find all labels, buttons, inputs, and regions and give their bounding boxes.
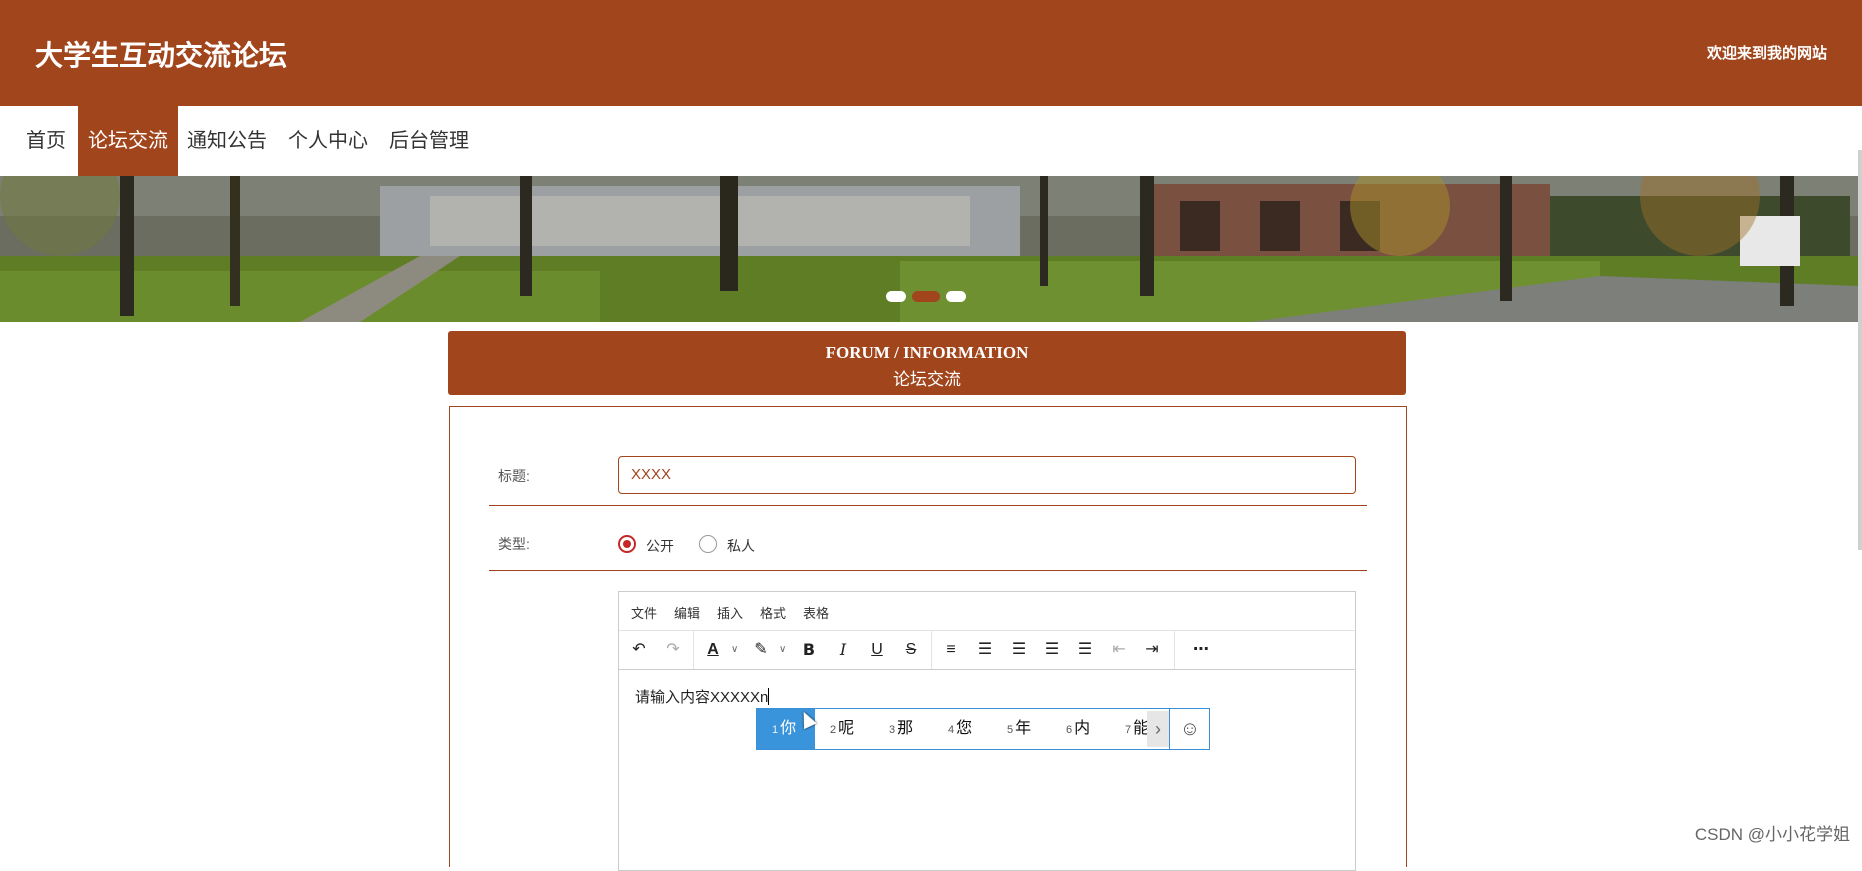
menu-format[interactable]: 格式: [760, 603, 786, 622]
carousel-dot-2[interactable]: [912, 291, 940, 302]
chevron-right-icon[interactable]: ›: [1147, 711, 1169, 747]
ime-candidate-6[interactable]: 6内: [1066, 709, 1090, 749]
highlight-caret-icon[interactable]: ∨: [779, 638, 789, 662]
title-input[interactable]: XXXX: [618, 456, 1356, 494]
more-icon[interactable]: ⋯: [1189, 638, 1213, 662]
bold-icon[interactable]: B: [797, 638, 821, 662]
toolbar-separator: [693, 630, 694, 669]
menu-edit[interactable]: 编辑: [674, 603, 700, 622]
nav-item-home[interactable]: 首页: [18, 106, 74, 176]
indent-icon[interactable]: ⇥: [1140, 638, 1164, 662]
banner-carousel[interactable]: [0, 176, 1858, 322]
type-private-radio[interactable]: [699, 535, 717, 553]
text-color-icon[interactable]: A: [701, 638, 725, 662]
title-divider: [489, 505, 1367, 506]
type-public-label[interactable]: 公开: [646, 536, 674, 556]
undo-icon[interactable]: ↶: [627, 638, 651, 662]
align-right-icon[interactable]: ☰: [1040, 638, 1064, 662]
emoji-icon[interactable]: ☺: [1169, 709, 1210, 749]
justify-icon[interactable]: ☰: [1073, 638, 1097, 662]
strikethrough-icon[interactable]: S: [899, 638, 923, 662]
type-divider: [489, 570, 1367, 571]
editor-menubar: 文件 编辑 插入 格式 表格: [619, 592, 1355, 631]
nav-item-forum[interactable]: 论坛交流: [78, 106, 178, 176]
main-nav: 首页 论坛交流 通知公告 个人中心 后台管理: [0, 106, 1862, 176]
nav-item-admin[interactable]: 后台管理: [384, 106, 474, 176]
outdent-icon[interactable]: ⇤: [1107, 638, 1131, 662]
ime-candidate-2[interactable]: 2呢: [830, 709, 854, 749]
nav-item-notice[interactable]: 通知公告: [182, 106, 272, 176]
type-label: 类型:: [498, 536, 530, 552]
title-label: 标题:: [498, 468, 530, 484]
editor-toolbar: ↶ ↷ A ∨ ✎ ∨ B I U S ≡ ☰ ☰ ☰ ☰ ⇤ ⇥ ⋯: [619, 630, 1355, 670]
menu-table[interactable]: 表格: [803, 603, 829, 622]
type-private-label[interactable]: 私人: [727, 536, 755, 556]
ime-candidate-5[interactable]: 5年: [1007, 709, 1031, 749]
menu-insert[interactable]: 插入: [717, 603, 743, 622]
carousel-dot-3[interactable]: [946, 291, 966, 302]
watermark: CSDN @小小花学姐: [1694, 825, 1850, 844]
toolbar-separator: [931, 630, 932, 669]
editor-content[interactable]: 请输入内容XXXXXn: [635, 686, 770, 707]
numbered-list-icon[interactable]: ≡: [939, 638, 963, 662]
underline-icon[interactable]: U: [865, 638, 889, 662]
italic-icon[interactable]: I: [831, 638, 855, 662]
type-public-radio[interactable]: [618, 535, 636, 553]
ime-candidate-bar: 1你 2呢 3那 4您 5年 6内 7能 › ☺: [756, 708, 1210, 750]
ime-candidate-7[interactable]: 7能: [1125, 709, 1149, 749]
site-header: 大学生互动交流论坛 欢迎来到我的网站: [0, 0, 1862, 106]
highlight-icon[interactable]: ✎: [749, 638, 773, 662]
page-scrollbar[interactable]: [1858, 150, 1862, 550]
site-title[interactable]: 大学生互动交流论坛: [35, 34, 287, 74]
ime-candidate-4[interactable]: 4您: [948, 709, 972, 749]
redo-icon[interactable]: ↷: [661, 638, 685, 662]
section-title-cn: 论坛交流: [893, 370, 961, 390]
welcome-text: 欢迎来到我的网站: [1706, 46, 1827, 62]
section-title-en: FORUM / INFORMATION: [825, 343, 1029, 362]
menu-file[interactable]: 文件: [631, 603, 657, 622]
text-cursor: [768, 688, 770, 705]
nav-item-personal-center[interactable]: 个人中心: [283, 106, 373, 176]
text-color-caret-icon[interactable]: ∨: [731, 638, 741, 662]
editor-content-text: 请输入内容XXXXXn: [635, 689, 769, 706]
carousel-dot-1[interactable]: [886, 291, 906, 302]
toolbar-separator: [1174, 630, 1175, 669]
align-left-icon[interactable]: ☰: [973, 638, 997, 662]
align-center-icon[interactable]: ☰: [1007, 638, 1031, 662]
section-title-bar: FORUM / INFORMATION 论坛交流: [448, 331, 1406, 395]
ime-candidate-3[interactable]: 3那: [889, 709, 913, 749]
